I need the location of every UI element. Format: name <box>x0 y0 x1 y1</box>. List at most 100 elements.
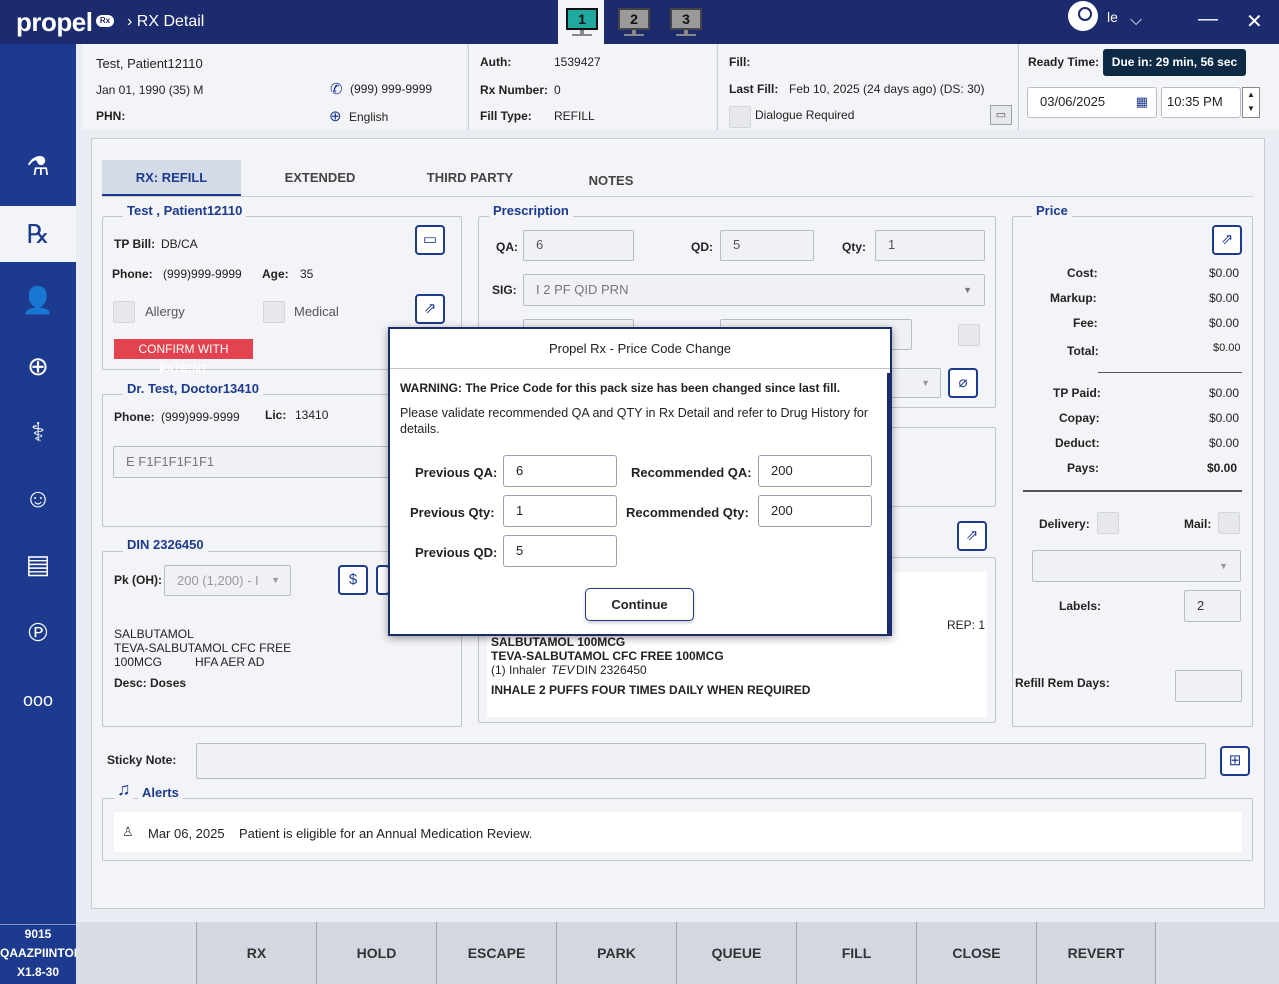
queue-button[interactable]: QUEUE <box>676 922 796 984</box>
tab-third-party[interactable]: THIRD PARTY <box>400 160 540 196</box>
label-rep: REP: 1 <box>947 618 986 632</box>
total-value: $0.00 <box>1213 342 1241 354</box>
qty-input[interactable]: 1 <box>875 230 985 261</box>
delivery-label: Delivery: <box>1039 517 1090 531</box>
left-nav: ⚗ ℞ 👤 ⊕ ⚕ ☺ ▤ ℗ ooo <box>0 44 76 924</box>
drug-form: HFA AER AD <box>195 655 265 669</box>
markup-value: $0.00 <box>1209 291 1240 305</box>
calendar-icon[interactable]: ▦ <box>1136 88 1148 116</box>
qa-input[interactable]: 6 <box>523 230 634 261</box>
sig-select[interactable]: I 2 PF QID PRN ▼ <box>523 274 985 306</box>
ready-time-label: Ready Time: <box>1028 55 1100 69</box>
lic-value: 13410 <box>295 408 329 422</box>
medicine-bottle-icon[interactable]: ⊕ <box>0 338 76 394</box>
monitor-2-button[interactable]: 2 <box>618 8 650 36</box>
cost-value: $0.00 <box>1209 266 1240 280</box>
labels-label: Labels: <box>1059 599 1102 613</box>
delivery-checkbox[interactable] <box>1097 512 1119 534</box>
group-icon[interactable]: ☺ <box>0 470 76 526</box>
ready-time-input[interactable]: 10:35 PM <box>1161 87 1241 118</box>
prev-qa-label: Previous QA: <box>415 465 498 480</box>
rx-checkbox[interactable] <box>958 324 980 346</box>
filltype-value: REFILL <box>554 109 595 123</box>
dialog-scrollbar[interactable] <box>887 373 890 635</box>
phn-label: PHN: <box>96 109 126 123</box>
cost-label: Cost: <box>1067 266 1098 280</box>
labels-input[interactable]: 2 <box>1184 590 1241 622</box>
patient-dob: Jan 01, 1990 (35) M <box>96 83 204 97</box>
rec-qty-input[interactable]: 200 <box>758 495 872 527</box>
prev-qd-input[interactable]: 5 <box>503 535 617 567</box>
more-icon[interactable]: ooo <box>0 672 76 728</box>
continue-button[interactable]: Continue <box>585 588 694 621</box>
revert-button[interactable]: REVERT <box>1036 922 1156 984</box>
price-divider-2 <box>1023 490 1242 492</box>
age-label: Age: <box>262 267 289 281</box>
dialogue-checkbox[interactable] <box>729 106 751 128</box>
medical-label: Medical <box>294 304 339 319</box>
auth-label: Auth: <box>480 55 512 69</box>
scanner-icon[interactable]: ▤ <box>0 536 76 592</box>
rx-header: Auth: 1539427 Rx Number: 0 Fill Type: RE… <box>468 44 716 130</box>
tab-notes[interactable]: NOTES <box>551 163 671 199</box>
fill-button[interactable]: FILL <box>796 922 916 984</box>
tab-extended[interactable]: EXTENDED <box>250 160 390 196</box>
person-icon: ♙ <box>122 824 134 839</box>
mail-label: Mail: <box>1184 517 1212 531</box>
chevron-down-icon[interactable]: ⌵ <box>1130 12 1142 30</box>
chat-icon[interactable]: ▭ <box>990 105 1012 125</box>
monitor-3-button[interactable]: 3 <box>670 8 702 36</box>
alert-message: Patient is eligible for an Annual Medica… <box>239 826 533 841</box>
label-line-3a: (1) Inhaler <box>491 663 546 677</box>
prev-qty-input[interactable]: 1 <box>503 495 617 527</box>
prev-qa-input[interactable]: 6 <box>503 455 617 487</box>
terminal-info: 9015 QAAZPIINTON0 X1.8-30 <box>0 924 76 984</box>
mail-checkbox[interactable] <box>1218 512 1240 534</box>
card-icon[interactable]: ▭ <box>415 225 445 255</box>
park-button[interactable]: PARK <box>556 922 676 984</box>
rec-qa-input[interactable]: 200 <box>758 455 872 487</box>
doctor-box-title[interactable]: Dr. Test, Doctor13410 <box>123 381 263 396</box>
allergy-checkbox[interactable] <box>113 301 135 323</box>
close-window-icon[interactable]: ✕ <box>1246 9 1263 34</box>
medical-checkbox[interactable] <box>263 301 285 323</box>
open-external-icon[interactable]: ⇗ <box>415 294 445 324</box>
ready-date-input[interactable]: 03/06/2025 ▦ <box>1027 87 1157 118</box>
refill-rem-input[interactable] <box>1175 670 1242 702</box>
rx-icon[interactable]: ℞ <box>0 206 76 262</box>
minimize-icon[interactable]: — <box>1198 8 1218 31</box>
din-box-title[interactable]: DIN 2326450 <box>123 537 208 552</box>
logo-rx-badge: Rx <box>96 15 114 27</box>
doctor-field-input[interactable]: E F1F1F1F1F1 <box>113 446 393 478</box>
time-spinner[interactable]: ▲ ▼ <box>1242 87 1260 118</box>
paperclip-icon[interactable]: ⌀ <box>948 368 978 398</box>
patient-name[interactable]: Test, Patient12110 <box>96 56 203 71</box>
user-name[interactable]: le <box>1107 9 1118 25</box>
bell-icon: ♫ <box>115 779 133 800</box>
qd-input[interactable]: 5 <box>720 230 814 261</box>
pc-icon[interactable]: ℗ <box>0 604 76 660</box>
copay-value: $0.00 <box>1209 411 1240 425</box>
hold-button[interactable]: HOLD <box>316 922 436 984</box>
dollar-icon[interactable]: $ <box>338 565 368 595</box>
price-open-icon[interactable]: ⇗ <box>1212 225 1242 255</box>
rx-button[interactable]: RX <box>196 922 316 984</box>
patient-box-title[interactable]: Test , Patient12110 <box>123 203 247 218</box>
escape-button[interactable]: ESCAPE <box>436 922 556 984</box>
tab-rx-refill[interactable]: RX: REFILL <box>102 160 241 196</box>
open-label-icon[interactable]: ⇗ <box>957 521 987 551</box>
sticky-note-input[interactable] <box>196 743 1206 779</box>
add-note-icon[interactable]: ⊞ <box>1220 746 1250 776</box>
delivery-select[interactable]: ▼ <box>1032 550 1241 582</box>
deduct-value: $0.00 <box>1209 436 1240 450</box>
stethoscope-icon[interactable]: ⚕ <box>0 404 76 460</box>
rec-qty-label: Recommended Qty: <box>626 505 749 520</box>
monitor-1-button[interactable]: 1 <box>566 8 598 36</box>
prev-qty-label: Previous Qty: <box>410 505 495 520</box>
patient-icon[interactable]: 👤 <box>0 272 76 328</box>
pk-select[interactable]: 200 (1,200) - I ▼ <box>164 565 291 596</box>
close-button[interactable]: CLOSE <box>916 922 1036 984</box>
user-avatar-icon[interactable] <box>1068 1 1098 31</box>
mortar-pestle-icon[interactable]: ⚗ <box>0 138 76 194</box>
markup-label: Markup: <box>1050 291 1097 305</box>
